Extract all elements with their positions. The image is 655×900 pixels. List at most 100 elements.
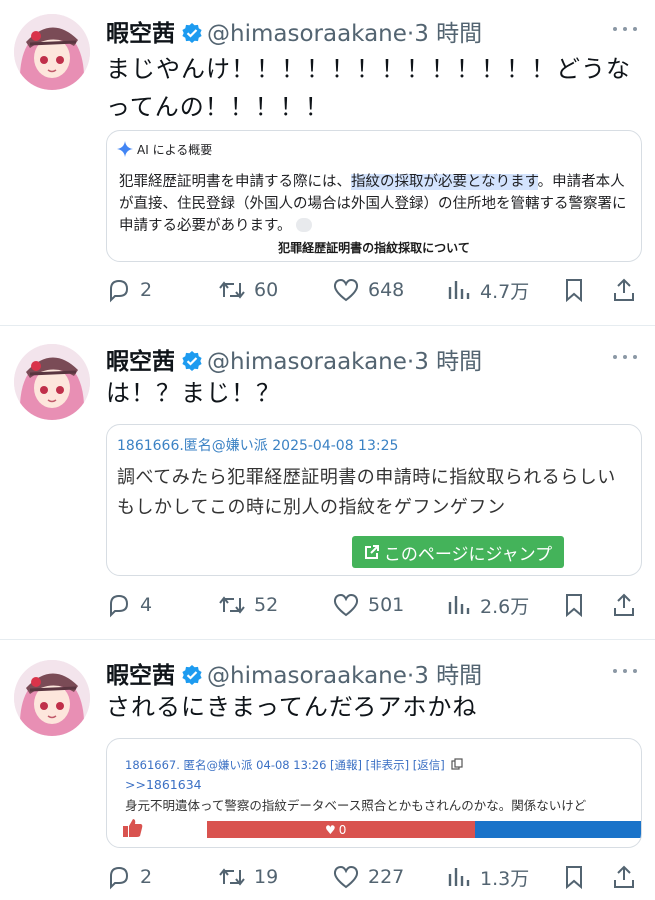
views-chart-icon — [448, 868, 470, 886]
like-count: 227 — [368, 866, 405, 888]
tweet-2[interactable]: 暇空茜 @himasoraakane·3 時間 は！？まじ！？ 1861666.匿… — [0, 326, 655, 639]
views-chart-icon — [448, 596, 470, 614]
avatar[interactable] — [14, 344, 90, 420]
jump-button-label: このページにジャンプ — [383, 544, 553, 565]
reply-count: 4 — [140, 594, 153, 616]
views-button[interactable]: 4.7万 — [446, 275, 529, 305]
bookmark-icon — [566, 279, 582, 303]
views-count: 1.3万 — [480, 867, 530, 890]
retweet-icon — [219, 868, 245, 886]
reply-button[interactable]: 2 — [106, 862, 152, 892]
ai-overview-card[interactable]: AI による概要 犯罪経歴証明書を申請する際には、指紋の採取が必要となります。申… — [106, 130, 642, 262]
heart-icon — [333, 865, 359, 889]
avatar[interactable] — [14, 660, 90, 736]
like-count: 501 — [368, 594, 405, 616]
bookmark-icon — [566, 866, 582, 890]
share-button[interactable] — [612, 590, 644, 620]
post-text: 調べてみたら犯罪経歴証明書の申請時に指紋取られるらしい もしかしてこの時に別人の… — [117, 463, 631, 523]
handle[interactable]: @himasoraakane — [207, 349, 407, 375]
jump-to-page-button[interactable]: このページにジャンプ — [352, 536, 564, 568]
handle[interactable]: @himasoraakane — [207, 663, 407, 689]
timestamp[interactable]: 3 時間 — [414, 349, 482, 375]
heart-count: 0 — [338, 822, 347, 837]
like-button[interactable]: 501 — [332, 590, 404, 620]
avatar[interactable] — [14, 14, 90, 90]
bookmark-button[interactable] — [562, 590, 594, 620]
ai-overview-header: AI による概要 — [117, 141, 212, 158]
share-button[interactable] — [612, 862, 644, 892]
tweet-text: されるにきまってんだろアホかね — [106, 693, 478, 721]
retweet-button[interactable]: 52 — [218, 590, 278, 620]
thumbs-up-icon[interactable] — [121, 817, 145, 843]
share-icon — [614, 278, 634, 301]
sparkle-icon — [117, 141, 133, 157]
post-line: もしかしてこの時に別人の指紋をゲフンゲフン — [117, 497, 506, 518]
retweet-count: 60 — [254, 279, 279, 301]
reply-count: 2 — [140, 866, 153, 888]
retweet-count: 52 — [254, 594, 279, 616]
retweet-count: 19 — [254, 866, 279, 888]
handle[interactable]: @himasoraakane — [207, 21, 407, 47]
share-button[interactable] — [612, 275, 644, 305]
reply-icon — [110, 279, 129, 303]
ai-overview-text: 犯罪経歴証明書を申請する際には、指紋の採取が必要となります。申請者本人が直接、住… — [119, 174, 627, 234]
post-line: 調べてみたら犯罪経歴証明書の申請時に指紋取られるらしい — [117, 467, 616, 488]
like-button[interactable]: 227 — [332, 862, 404, 892]
thread-quote-card[interactable]: 1861666.匿名@嫌い派 2025-04-08 13:25 調べてみたら犯罪… — [106, 424, 642, 576]
views-count: 2.6万 — [480, 595, 530, 618]
vote-bar-bad[interactable] — [475, 821, 641, 838]
highlighted-text: 指紋の採取が必要となります — [351, 174, 538, 190]
views-button[interactable]: 1.3万 — [446, 862, 529, 892]
retweet-icon — [219, 281, 245, 299]
heart-icon — [333, 278, 359, 302]
share-icon — [614, 865, 634, 888]
bookmark-icon — [566, 594, 582, 618]
heart-count-badge: ♥ 0 — [325, 821, 346, 838]
post-header: 1861666.匿名@嫌い派 2025-04-08 13:25 — [117, 438, 399, 454]
ai-overview-title: AI による概要 — [137, 143, 213, 157]
timestamp[interactable]: 3 時間 — [414, 21, 482, 47]
retweet-button[interactable]: 60 — [218, 275, 278, 305]
retweet-button[interactable]: 19 — [218, 862, 278, 892]
more-options-icon[interactable] — [613, 25, 637, 33]
copy-icon[interactable] — [451, 758, 464, 770]
reply-count: 2 — [140, 279, 153, 301]
like-button[interactable]: 648 — [332, 275, 404, 305]
thread-screenshot-card[interactable]: 1861667. 匿名@嫌い派 04-08 13:26 [通報] [非表示] [… — [106, 738, 642, 848]
views-button[interactable]: 2.6万 — [446, 590, 529, 620]
retweet-icon — [219, 596, 245, 614]
display-name[interactable]: 暇空茜 — [106, 663, 175, 689]
reply-reference-link[interactable]: >>1861634 — [125, 777, 202, 792]
tweet-text: は！？まじ！？ — [106, 379, 281, 407]
bookmark-button[interactable] — [562, 862, 594, 892]
tweet-actions: 4 52 501 2.6万 — [106, 590, 640, 620]
reply-button[interactable]: 2 — [106, 275, 152, 305]
more-options-icon[interactable] — [613, 353, 637, 361]
reply-icon — [110, 866, 129, 890]
tweet-3[interactable]: 暇空茜 @himasoraakane·3 時間 されるにきまってんだろアホかね 1… — [0, 640, 655, 900]
reply-button[interactable]: 4 — [106, 590, 152, 620]
post-header: 1861667. 匿名@嫌い派 04-08 13:26 [通報] [非表示] [… — [125, 758, 445, 772]
tweet-header: 暇空茜 @himasoraakane·3 時間 — [106, 14, 482, 50]
tweet-text: まじやんけ！！！！！！！！！！！！！どうなってんの！！！！！ — [106, 55, 631, 121]
tweet-1[interactable]: 暇空茜 @himasoraakane·3 時間 まじやんけ！！！！！！！！！！！！… — [0, 0, 655, 325]
bookmark-button[interactable] — [562, 275, 594, 305]
heart-icon — [333, 593, 359, 617]
post-text: 身元不明遺体って警察の指紋データベース照合とかもされんのかな。関係ないけど — [125, 798, 587, 813]
display-name[interactable]: 暇空茜 — [106, 349, 175, 375]
tweet-header: 暇空茜 @himasoraakane·3 時間 — [106, 342, 482, 378]
small-heart-icon: ♥ — [325, 822, 336, 837]
display-name[interactable]: 暇空茜 — [106, 21, 175, 47]
tweet-actions: 2 19 227 1.3万 — [106, 862, 640, 892]
views-count: 4.7万 — [480, 280, 530, 303]
views-chart-icon — [448, 281, 470, 299]
external-link-icon — [364, 545, 379, 559]
link-chip-icon[interactable] — [296, 218, 313, 232]
tweet-actions: 2 60 648 4.7万 — [106, 275, 640, 305]
reply-icon — [110, 594, 129, 618]
tweet-header: 暇空茜 @himasoraakane·3 時間 — [106, 656, 482, 692]
share-icon — [614, 593, 634, 616]
more-options-icon[interactable] — [613, 667, 637, 675]
ai-overview-link[interactable]: 犯罪経歴証明書の指紋採取について — [107, 239, 641, 256]
timestamp[interactable]: 3 時間 — [414, 663, 482, 689]
